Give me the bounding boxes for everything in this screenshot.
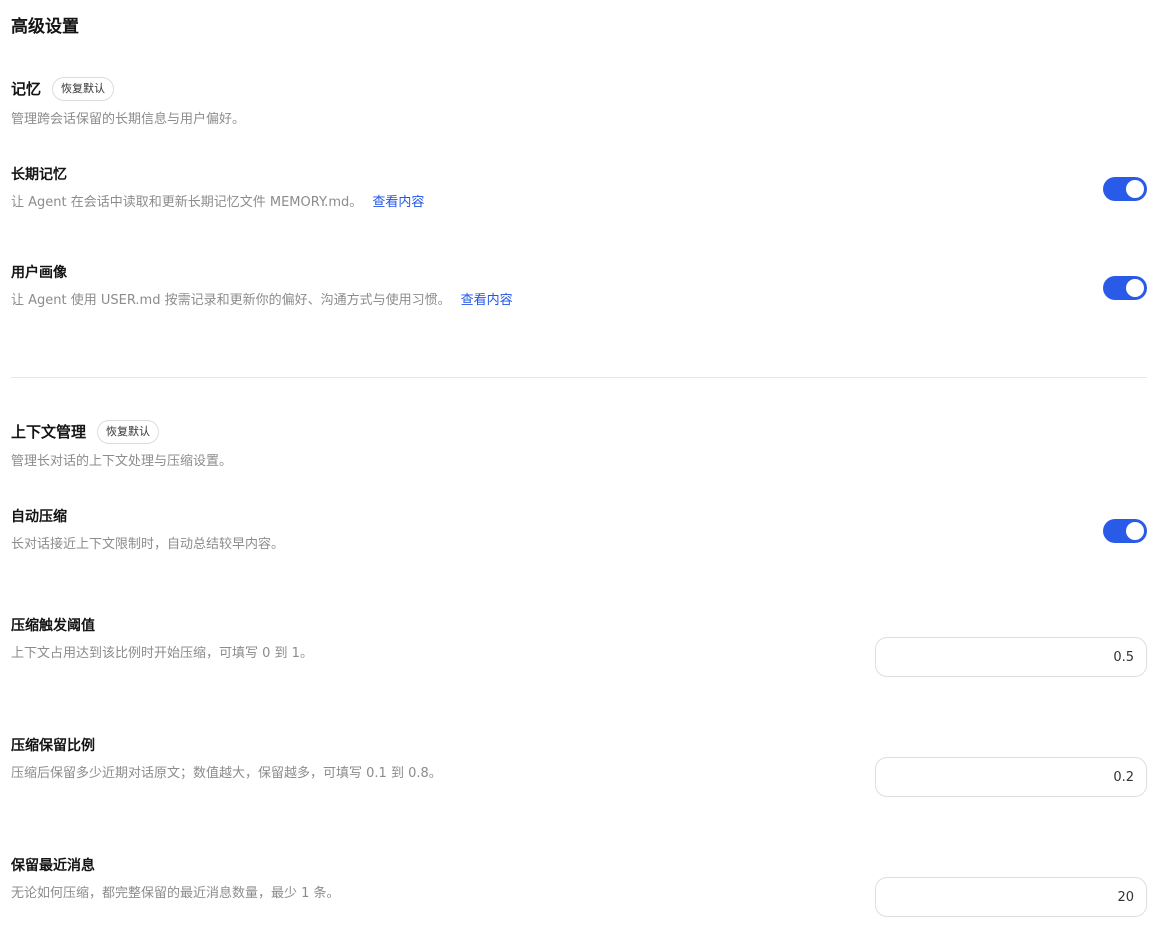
threshold-description: 上下文占用达到该比例时开始压缩，可填写 0 到 1。 (11, 646, 313, 661)
retain-ratio-title: 压缩保留比例 (11, 738, 95, 754)
user-profile-description: 让 Agent 使用 USER.md 按需记录和更新你的偏好、沟通方式与使用习惯… (11, 292, 513, 310)
user-profile-view-link[interactable]: 查看内容 (461, 293, 513, 308)
context-section-description: 管理长对话的上下文处理与压缩设置。 (11, 454, 233, 469)
threshold-title: 压缩触发阈值 (11, 618, 95, 634)
retain-ratio-description: 压缩后保留多少近期对话原文；数值越大，保留越多，可填写 0.1 到 0.8。 (11, 766, 442, 781)
page-title: 高级设置 (11, 17, 79, 37)
memory-section-title: 记忆 (11, 80, 42, 98)
auto-compress-description: 长对话接近上下文限制时，自动总结较早内容。 (11, 537, 285, 552)
context-section-title: 上下文管理 (11, 423, 87, 441)
long-term-memory-description: 让 Agent 在会话中读取和更新长期记忆文件 MEMORY.md。 查看内容 (11, 194, 424, 212)
toggle-knob (1126, 180, 1144, 198)
user-profile-title: 用户画像 (11, 265, 67, 281)
long-term-memory-description-text: 让 Agent 在会话中读取和更新长期记忆文件 MEMORY.md。 (11, 195, 363, 210)
memory-section-header: 记忆 恢复默认 (11, 77, 115, 101)
context-section-header: 上下文管理 恢复默认 (11, 420, 160, 444)
retain-ratio-input[interactable] (875, 757, 1147, 797)
user-profile-toggle[interactable] (1103, 276, 1147, 300)
memory-reset-button[interactable]: 恢复默认 (52, 77, 115, 101)
toggle-knob (1126, 522, 1144, 540)
toggle-knob (1126, 279, 1144, 297)
context-reset-button[interactable]: 恢复默认 (97, 420, 160, 444)
recent-messages-description: 无论如何压缩，都完整保留的最近消息数量，最少 1 条。 (11, 886, 340, 901)
section-divider (11, 377, 1147, 378)
long-term-memory-toggle[interactable] (1103, 177, 1147, 201)
auto-compress-title: 自动压缩 (11, 509, 67, 525)
auto-compress-toggle[interactable] (1103, 519, 1147, 543)
threshold-input[interactable] (875, 637, 1147, 677)
long-term-memory-view-link[interactable]: 查看内容 (372, 195, 424, 210)
recent-messages-input[interactable] (875, 877, 1147, 917)
recent-messages-title: 保留最近消息 (11, 858, 95, 874)
long-term-memory-title: 长期记忆 (11, 167, 67, 183)
user-profile-description-text: 让 Agent 使用 USER.md 按需记录和更新你的偏好、沟通方式与使用习惯… (11, 293, 451, 308)
memory-section-description: 管理跨会话保留的长期信息与用户偏好。 (11, 112, 246, 127)
